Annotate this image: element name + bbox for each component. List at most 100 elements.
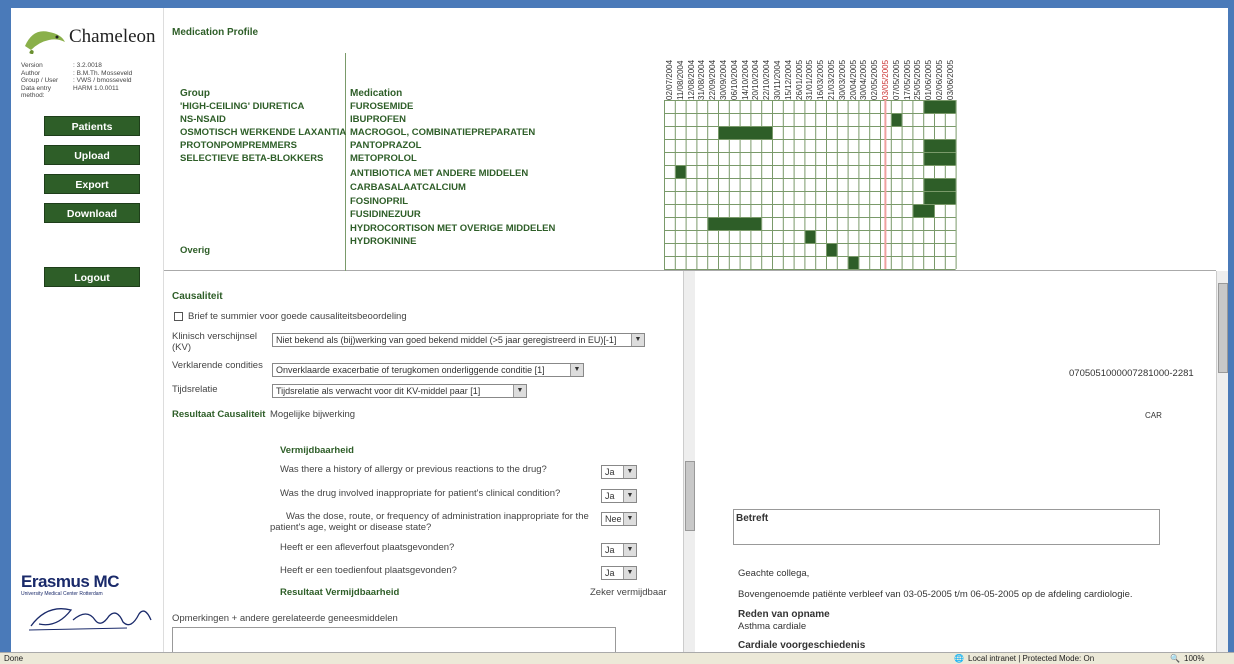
- medication-cell: ANTIBIOTICA MET ANDERE MIDDELEN: [350, 168, 529, 179]
- question-select-value: Ja: [605, 545, 615, 555]
- logout-button[interactable]: Logout: [44, 267, 140, 287]
- kv-select[interactable]: Niet bekend als (bij)werking van goed be…: [272, 333, 645, 347]
- group-cell: SELECTIEVE BETA-BLOKKERS: [180, 153, 324, 164]
- medication-profile-title: Medication Profile: [172, 27, 259, 38]
- group-column-header: Group: [180, 88, 210, 99]
- causaliteit-scroll-thumb[interactable]: [685, 461, 695, 531]
- date-label: 25/05/2005: [913, 59, 923, 100]
- medication-usage-bar: [913, 205, 934, 217]
- betreft-box: [733, 509, 1160, 545]
- date-label: 30/11/2004: [773, 60, 782, 100]
- question-text: Was the dose, route, or frequency of adm…: [286, 511, 589, 522]
- meta-key: Author: [21, 69, 41, 77]
- patients-button[interactable]: Patients: [44, 116, 140, 136]
- letter-greeting: Geachte collega,: [738, 568, 810, 579]
- question-text-cont: patient's age, weight or disease state?: [270, 522, 432, 533]
- chameleon-icon: [25, 31, 65, 54]
- summier-checkbox[interactable]: [174, 312, 183, 321]
- vermijdbaarheid-title: Vermijdbaarheid: [280, 445, 354, 456]
- remarks-textarea[interactable]: [172, 627, 616, 652]
- zone-text: Local intranet | Protected Mode: On: [968, 654, 1095, 663]
- medication-timeline-grid: [664, 100, 957, 270]
- cardiale-label: Cardiale voorgeschiedenis: [738, 640, 866, 651]
- download-button[interactable]: Download: [44, 203, 140, 223]
- question-select[interactable]: Ja ▼: [601, 566, 637, 580]
- question-select[interactable]: Ja ▼: [601, 465, 637, 479]
- tr-select-value: Tijdsrelatie als verwacht voor dit KV-mi…: [276, 386, 481, 396]
- medication-usage-bar: [827, 244, 837, 256]
- question-select-value: Ja: [605, 491, 615, 501]
- medication-cell: METOPROLOL: [350, 153, 417, 164]
- chevron-down-icon: ▼: [631, 334, 644, 346]
- date-label: 02/06/2005: [935, 59, 944, 100]
- causaliteit-scrollbar[interactable]: [683, 271, 695, 652]
- globe-icon: 🌐: [954, 654, 964, 663]
- summier-label: Brief te summier voor goede causaliteits…: [188, 311, 407, 322]
- chevron-down-icon: ▼: [623, 544, 636, 556]
- upload-button[interactable]: Upload: [44, 145, 140, 165]
- medication-usage-bar: [848, 257, 859, 269]
- remarks-label: Opmerkingen + andere gerelateerde genees…: [172, 613, 398, 624]
- letter-scrollbar[interactable]: [1216, 271, 1228, 652]
- medication-usage-bar: [675, 166, 686, 178]
- meta-key: Version: [21, 62, 43, 69]
- date-label: 02/05/2005: [870, 59, 880, 100]
- medication-usage-bar: [708, 218, 762, 230]
- medication-cell: CARBASALAATCALCIUM: [350, 182, 466, 193]
- date-label: 15/12/2004: [783, 59, 793, 100]
- result-vermijdbaarheid-label: Resultaat Vermijdbaarheid: [280, 587, 400, 598]
- question-text: Was the drug involved inappropriate for …: [280, 488, 561, 499]
- medication-cell: HYDROCORTISON MET OVERIGE MIDDELEN: [350, 223, 556, 234]
- question-select[interactable]: Nee ▼: [601, 512, 637, 526]
- reden-value: Asthma cardiale: [738, 621, 807, 632]
- tr-select[interactable]: Tijdsrelatie als verwacht voor dit KV-mi…: [272, 384, 527, 398]
- question-select[interactable]: Ja ▼: [601, 489, 637, 503]
- erasmus-signature-icon: [28, 608, 152, 631]
- date-label: 20/10/2004: [751, 59, 761, 100]
- tr-label: Tijdsrelatie: [172, 384, 218, 395]
- vc-select-value: Onverklaarde exacerbatie of terugkomen o…: [276, 365, 545, 375]
- group-cell: PROTONPOMPREMMERS: [180, 140, 298, 151]
- chevron-down-icon: ▼: [623, 513, 636, 525]
- zoom-level[interactable]: 100%: [1184, 654, 1204, 663]
- chevron-down-icon: ▼: [513, 385, 526, 397]
- meta-key: Data entry method:: [21, 84, 51, 100]
- meta-value: : 3.2.0018: [73, 62, 102, 69]
- result-causaliteit-label: Resultaat Causaliteit: [172, 409, 266, 420]
- medication-cell: IBUPROFEN: [350, 114, 406, 125]
- meta-key: Group / User: [21, 77, 59, 84]
- date-label: 11/08/2004: [675, 60, 685, 100]
- date-label: 22/09/2004: [708, 59, 718, 100]
- kv-select-value: Niet bekend als (bij)werking van goed be…: [276, 335, 617, 345]
- date-label: 17/05/2005: [902, 59, 912, 100]
- erasmus-logo: Erasmus MC: [21, 572, 119, 591]
- zoom-icon[interactable]: 🔍: [1170, 654, 1180, 663]
- date-label: 30/09/2004: [719, 59, 728, 100]
- vc-label: Verklarende condities: [172, 360, 263, 371]
- date-label: 20/04/2005: [848, 59, 858, 100]
- reden-label: Reden van opname: [738, 609, 830, 620]
- group-cell: NS-NSAID: [180, 114, 226, 125]
- date-label: 01/06/2005: [924, 59, 934, 100]
- medication-cell: FUSIDINEZUUR: [350, 209, 421, 220]
- export-button[interactable]: Export: [44, 174, 140, 194]
- question-text: Was there a history of allergy or previo…: [280, 464, 547, 475]
- result-vermijdbaarheid-value: Zeker vermijdbaar: [590, 587, 667, 598]
- medication-column-header: Medication: [350, 88, 403, 99]
- question-select-value: Ja: [605, 467, 615, 477]
- meta-value: : B.M.Th. Mosseveld: [73, 69, 133, 77]
- question-select-value: Ja: [605, 568, 615, 578]
- status-text: Done: [4, 654, 24, 663]
- date-label: 03/06/2005: [945, 59, 955, 100]
- meta-row-method: Data entry method: HARM 1.0.0011: [21, 85, 132, 100]
- chevron-down-icon: ▼: [623, 490, 636, 502]
- logo-text: Chameleon: [69, 26, 156, 47]
- letter-scroll-thumb[interactable]: [1218, 283, 1228, 373]
- question-select[interactable]: Ja ▼: [601, 543, 637, 557]
- medication-usage-bar: [924, 153, 956, 165]
- vc-select[interactable]: Onverklaarde exacerbatie of terugkomen o…: [272, 363, 584, 377]
- medication-usage-bar: [924, 140, 956, 152]
- date-label: 30/04/2005: [859, 59, 869, 100]
- question-select-value: Nee: [605, 514, 622, 524]
- group-cell: OSMOTISCH WERKENDE LAXANTIA: [180, 127, 347, 138]
